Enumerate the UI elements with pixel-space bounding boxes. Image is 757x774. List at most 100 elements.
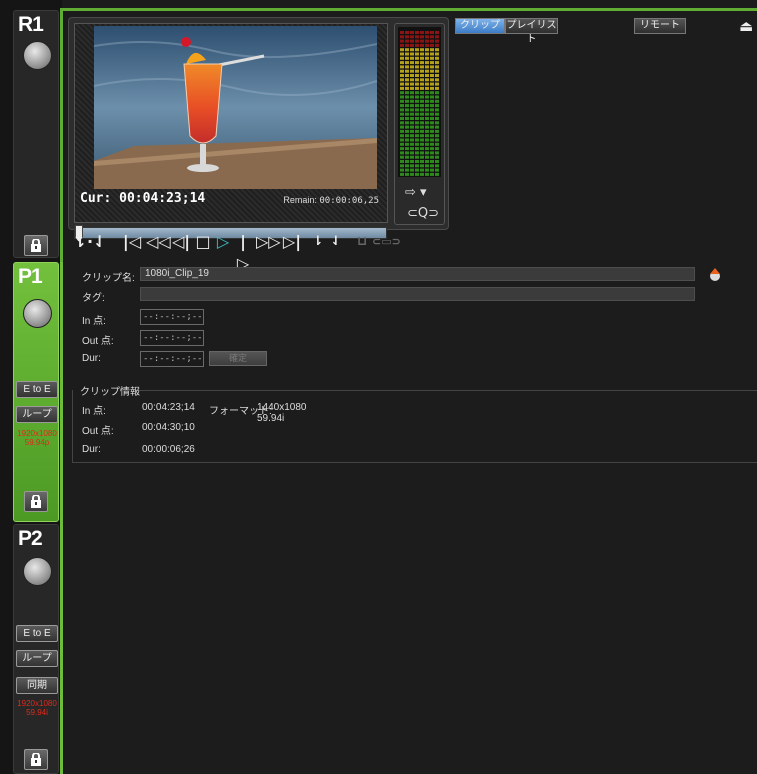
meter-segment	[400, 39, 404, 43]
meter-segment	[435, 108, 439, 112]
meter-segment	[435, 86, 439, 90]
clip-name-field[interactable]: 1080i_Clip_19	[140, 267, 695, 281]
meter-segment	[435, 168, 439, 172]
meter-segment	[405, 35, 409, 39]
eject-icon[interactable]: ⏏	[739, 17, 753, 35]
meter-segment	[435, 48, 439, 52]
meter-segment	[415, 138, 419, 142]
meter-segment	[415, 52, 419, 56]
meter-segment	[415, 78, 419, 82]
video-frame[interactable]	[94, 26, 377, 189]
loop-button[interactable]: ループ	[16, 650, 58, 667]
meter-segment	[415, 168, 419, 172]
meter-segment	[420, 108, 424, 112]
out-point-field[interactable]: --:--:--;--	[140, 330, 204, 346]
confirm-button[interactable]: 確定	[209, 351, 267, 366]
clip-marker-icon[interactable]: ⊔	[354, 231, 370, 253]
active-channel-line	[60, 262, 63, 774]
meter-segment	[400, 35, 404, 39]
save-clip-icon[interactable]: ⊂▭⊃	[372, 231, 401, 253]
channel-p2[interactable]: P2 E to E ループ 同期 1920x1080 59.94i	[13, 524, 59, 774]
upload-icon[interactable]	[708, 267, 722, 281]
go-to-end-icon[interactable]: ▷|	[282, 231, 302, 253]
tab-playlist[interactable]: プレイリスト	[505, 18, 558, 45]
meter-segment	[405, 172, 409, 176]
meter-segment	[420, 104, 424, 108]
lock-button[interactable]	[24, 235, 48, 256]
channel-status-knob[interactable]	[23, 299, 52, 328]
meter-segment	[410, 168, 414, 172]
mark-out-icon[interactable]: ⇃	[330, 231, 342, 253]
fast-forward-icon[interactable]: ▷▷	[256, 231, 281, 253]
meter-segment	[415, 172, 419, 176]
step-back-icon[interactable]: ◁|	[172, 231, 190, 253]
meter-segment	[420, 86, 424, 90]
sync-button[interactable]: 同期	[16, 677, 58, 694]
remote-button[interactable]: リモート	[634, 18, 686, 34]
mark-in-out-icon[interactable]: ⇂·⇃	[72, 231, 108, 253]
tab-clip[interactable]: クリップ	[455, 18, 505, 34]
go-to-start-icon[interactable]: |◁	[122, 231, 142, 253]
meter-segment	[430, 43, 434, 47]
stop-icon[interactable]: □	[195, 231, 211, 253]
meter-segment	[430, 138, 434, 142]
meter-segment	[415, 164, 419, 168]
step-forward-icon[interactable]: |▷	[234, 231, 252, 273]
meter-segment	[415, 31, 419, 34]
clip-name-label: クリップ名:	[82, 273, 135, 284]
meter-segment	[430, 129, 434, 133]
meter-segment	[410, 95, 414, 99]
in-point-field[interactable]: --:--:--;--	[140, 309, 204, 325]
info-in-label: In 点:	[82, 406, 106, 417]
meter-segment	[435, 117, 439, 120]
meter-segment	[415, 48, 419, 52]
meter-segment	[410, 121, 414, 125]
meter-segment	[425, 117, 429, 120]
meter-segment	[420, 168, 424, 172]
meter-segment	[405, 108, 409, 112]
channel-status-knob[interactable]	[23, 41, 52, 70]
output-select-icon[interactable]: ⇨ ▾	[405, 185, 427, 200]
meter-segment	[405, 99, 409, 103]
meter-segment	[420, 121, 424, 125]
meter-segment	[430, 56, 434, 60]
e-to-e-button[interactable]: E to E	[16, 381, 58, 398]
zoom-icon[interactable]: ⊂Q⊃	[407, 206, 439, 221]
meter-segment	[410, 138, 414, 142]
meter-segment	[435, 151, 439, 155]
channel-p1[interactable]: P1 E to E ループ 1920x1080 59.94p	[13, 262, 59, 522]
tag-field[interactable]	[140, 287, 695, 301]
meter-segment	[400, 61, 404, 65]
e-to-e-button[interactable]: E to E	[16, 625, 58, 642]
lock-button[interactable]	[24, 491, 48, 512]
meter-segment	[410, 39, 414, 43]
meter-segment	[430, 99, 434, 103]
meter-segment	[435, 35, 439, 39]
meter-segment	[405, 65, 409, 69]
loop-button[interactable]: ループ	[16, 406, 58, 423]
channel-r1[interactable]: R1	[13, 10, 59, 258]
meter-segment	[430, 39, 434, 43]
rewind-icon[interactable]: ◁◁	[146, 231, 171, 253]
meter-segment	[420, 155, 424, 159]
meter-segment	[435, 91, 439, 95]
meter-segment	[430, 168, 434, 172]
audio-meter-bars	[400, 31, 439, 176]
channel-status-knob[interactable]	[23, 557, 52, 586]
meter-segment	[410, 142, 414, 146]
meter-segment	[430, 65, 434, 69]
meter-segment	[405, 43, 409, 47]
lock-button[interactable]	[24, 749, 48, 770]
meter-segment	[400, 142, 404, 146]
meter-segment	[410, 108, 414, 112]
mark-in-icon[interactable]: ⇂	[312, 231, 324, 253]
video-viewer: Cur: 00:04:23;14 Remain: 00:00:06,25	[74, 23, 388, 223]
duration-field[interactable]: --:--:--;--	[140, 351, 204, 367]
meter-segment	[405, 95, 409, 99]
meter-segment	[435, 65, 439, 69]
meter-segment	[435, 43, 439, 47]
meter-segment	[420, 91, 424, 95]
meter-segment	[410, 147, 414, 151]
play-icon[interactable]: ▷	[215, 231, 231, 253]
info-out-label: Out 点:	[82, 426, 114, 437]
